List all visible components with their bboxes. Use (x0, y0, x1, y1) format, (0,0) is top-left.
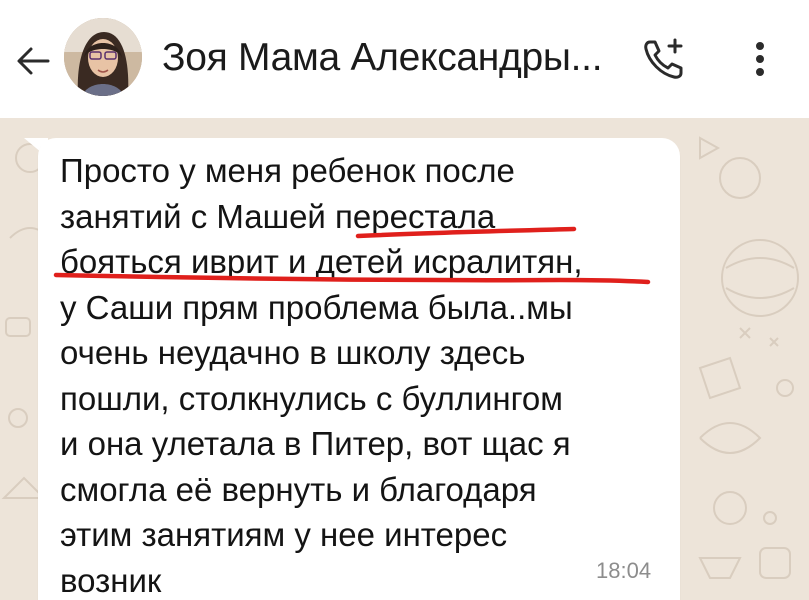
message-line: этим занятиям у нее интерес (60, 516, 508, 553)
phone-plus-icon (644, 38, 683, 79)
message-line: очень неудачно в школу здесь (60, 334, 526, 371)
more-vertical-icon (756, 42, 764, 76)
message-timestamp: 18:04 (596, 558, 652, 583)
message-text: Просто у меня ребенок после занятий с Ма… (60, 148, 660, 600)
message-line: у Саши прям проблема была..мы (60, 288, 573, 326)
add-call-button[interactable] (636, 34, 692, 84)
more-options-button[interactable] (740, 34, 780, 84)
message-line: и она улетала в Питер, вот щас я (60, 425, 571, 462)
message-line: смогла её вернуть и благодаря (60, 470, 537, 508)
chat-header: Зоя Мама Александры... (0, 0, 809, 118)
message-line: пошли, столкнулись с буллингом (60, 379, 563, 417)
message-line: возник (60, 561, 162, 599)
message-line: занятий с Машей перестала (60, 197, 496, 235)
message-line: Просто у меня ребенок после (60, 152, 515, 189)
contact-name[interactable]: Зоя Мама Александры... (162, 36, 603, 80)
contact-avatar[interactable] (64, 18, 142, 96)
avatar-image (64, 18, 142, 96)
message-line: бояться иврит и детей исралитян, (60, 243, 583, 280)
arrow-left-icon (17, 47, 50, 75)
back-button[interactable] (10, 38, 56, 84)
